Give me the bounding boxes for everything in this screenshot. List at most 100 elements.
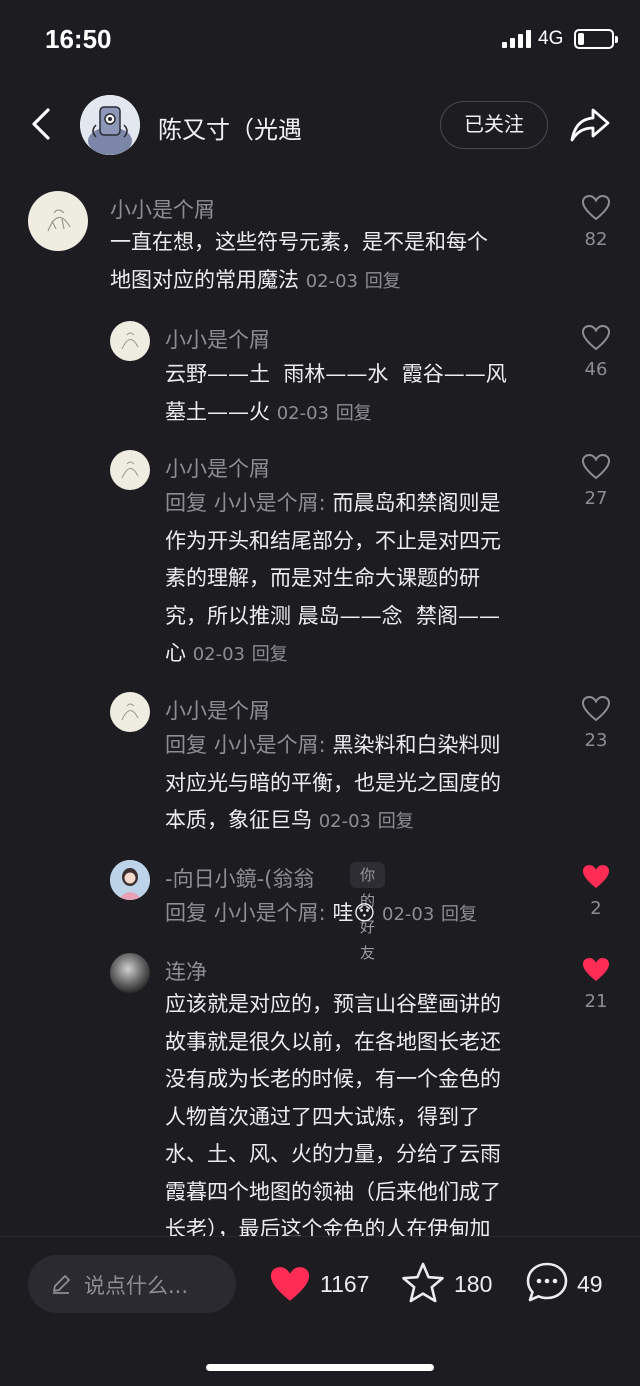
share-icon[interactable] (568, 104, 612, 144)
avatar[interactable] (110, 953, 150, 993)
comment-line: 本质，象征巨鸟 02-03 回复 (165, 802, 560, 841)
reply-button[interactable]: 回复 (378, 811, 414, 832)
comment-text: 回复 小小是个屑: 黑染料和白染料则 对应光与暗的平衡，也是光之国度的 本质，象… (165, 727, 560, 841)
comment-text: 云野——土 雨林——水 霞谷——风 墓土——火 02-03 回复 (165, 356, 560, 432)
avatar-illustration (80, 95, 140, 155)
friend-badge: 你的好友 (350, 862, 386, 962)
reply-button[interactable]: 回复 (441, 904, 477, 925)
comment-line: 一直在想，这些符号元素，是不是和每个 (110, 230, 488, 254)
like-button[interactable]: 27 (578, 453, 614, 509)
like-button[interactable]: 21 (578, 956, 614, 1012)
comment-line-text: 而晨岛和禁阁则是 (325, 491, 501, 515)
reply-to-user[interactable]: 小小是个屑: (214, 733, 326, 757)
heart-filled-icon (583, 865, 609, 888)
comment-line: 对应光与暗的平衡，也是光之国度的 (165, 770, 501, 795)
signal-icon (502, 30, 532, 48)
comment-text: 应该就是对应的，预言山谷壁画讲的 故事就是很久以前，在各地图长老还 没有成为长老… (165, 986, 560, 1249)
avatar[interactable] (110, 450, 150, 490)
like-count: 21 (584, 991, 608, 1012)
favorite-stat[interactable]: 180 (400, 1257, 500, 1311)
sketch-avatar-illustration (121, 461, 139, 479)
heart-filled-icon (270, 1267, 310, 1301)
comment-line-text: 心 (165, 641, 186, 665)
like-stat[interactable]: 1167 (268, 1257, 378, 1311)
comment-line-text: 本质，象征巨鸟 (165, 808, 312, 832)
like-count: 1167 (320, 1271, 370, 1297)
avatar[interactable] (110, 860, 150, 900)
like-count: 46 (584, 359, 608, 380)
comment-text: 回复 小小是个屑: 而晨岛和禁阁则是 作为开头和结尾部分，不止是对四元 素的理解… (165, 485, 560, 674)
comment-line: 故事就是很久以前，在各地图长老还 (165, 1029, 501, 1054)
comment-line: 心 02-03 回复 (165, 635, 560, 674)
profile-header: 陈又寸（光遇 已关注 (0, 90, 640, 160)
comment-username[interactable]: 小小是个屑 (165, 453, 270, 483)
comment-input-placeholder: 说点什么... (84, 1274, 189, 1298)
comment-bubble-icon (526, 1262, 568, 1302)
like-button[interactable]: 82 (578, 194, 614, 250)
network-type: 4G (538, 28, 564, 49)
like-count: 2 (590, 898, 602, 919)
status-bar: 16:50 4G (0, 0, 640, 80)
reply-label: 回复 (165, 901, 214, 925)
like-button[interactable]: 23 (578, 695, 614, 751)
back-icon[interactable] (22, 104, 62, 144)
reply-button[interactable]: 回复 (336, 403, 372, 424)
heart-outline-icon (581, 324, 611, 351)
comment-line: 地图对应的常用魔法 02-03 回复 (110, 262, 560, 301)
like-count: 27 (584, 488, 608, 509)
avatar[interactable] (110, 321, 150, 361)
comment-line: 回复 小小是个屑: 哇😯 02-03 回复 (165, 895, 560, 934)
reply-button[interactable]: 回复 (252, 644, 288, 665)
reply-label: 回复 (165, 733, 214, 757)
reply-to-user[interactable]: 小小是个屑: (214, 491, 326, 515)
reply-to-user[interactable]: 小小是个屑: (214, 901, 326, 925)
comment-username[interactable]: 连净 (165, 956, 207, 986)
comment-line-text: 地图对应的常用魔法 (110, 267, 299, 292)
battery-icon (574, 29, 618, 49)
follow-button[interactable]: 已关注 (440, 101, 548, 149)
sketch-avatar-illustration (121, 703, 139, 721)
comment-stat[interactable]: 49 (525, 1257, 625, 1311)
like-button[interactable]: 46 (578, 324, 614, 380)
comment-line-text: 黑染料和白染料则 (325, 733, 501, 757)
comment-date: 02-03 (318, 811, 371, 832)
photo-avatar-illustration (110, 860, 150, 900)
comment-count: 49 (577, 1271, 603, 1297)
battery-fill (578, 33, 584, 45)
comment-date: 02-03 (192, 644, 245, 665)
avatar[interactable] (80, 95, 140, 155)
comment-date: 02-03 (305, 270, 358, 292)
comment-line-text: 哇😯 (325, 901, 376, 925)
like-button[interactable]: 2 (578, 863, 614, 919)
profile-name: 陈又寸（光遇 (158, 116, 302, 144)
heart-outline-icon (581, 695, 611, 722)
comment-username[interactable]: 小小是个屑 (165, 695, 270, 725)
comment-date: 02-03 (276, 402, 329, 424)
comment-line-text: 墓土——火 (165, 399, 270, 424)
comment-line: 人物首次通过了四大试炼，得到了 (165, 1104, 480, 1129)
star-icon (402, 1262, 444, 1303)
reply-button[interactable]: 回复 (365, 271, 401, 292)
comment-line: 没有成为长老的时候，有一个金色的 (165, 1067, 501, 1091)
like-count: 23 (584, 730, 608, 751)
comment-username[interactable]: -向日小鏡-(翁翁 (165, 863, 314, 893)
heart-filled-icon (583, 958, 609, 981)
avatar[interactable] (28, 191, 88, 251)
comment-line: 究，所以推测 晨岛——念 禁阁—— (165, 603, 501, 628)
comment-date: 02-03 (382, 904, 435, 925)
avatar[interactable] (110, 692, 150, 732)
comment-line: 回复 小小是个屑: 而晨岛和禁阁则是 (165, 485, 560, 523)
comment-username[interactable]: 小小是个屑 (110, 194, 215, 224)
pencil-icon (53, 1275, 70, 1294)
comment-username[interactable]: 小小是个屑 (165, 324, 270, 354)
comment-text: 一直在想，这些符号元素，是不是和每个 地图对应的常用魔法 02-03 回复 (110, 224, 560, 300)
comment-line: 墓土——火 02-03 回复 (165, 394, 560, 433)
like-count: 82 (584, 229, 608, 250)
comment-input[interactable]: 说点什么... (28, 1255, 236, 1313)
comment-line: 水、土、风、火的力量，分给了云雨 (165, 1142, 501, 1166)
sketch-avatar-illustration (47, 209, 71, 232)
comment-line: 回复 小小是个屑: 黑染料和白染料则 (165, 727, 560, 765)
comment-line: 云野——土 雨林——水 霞谷——风 (165, 362, 507, 386)
home-indicator[interactable] (206, 1364, 434, 1371)
comment-text: 回复 小小是个屑: 哇😯 02-03 回复 (165, 895, 560, 934)
